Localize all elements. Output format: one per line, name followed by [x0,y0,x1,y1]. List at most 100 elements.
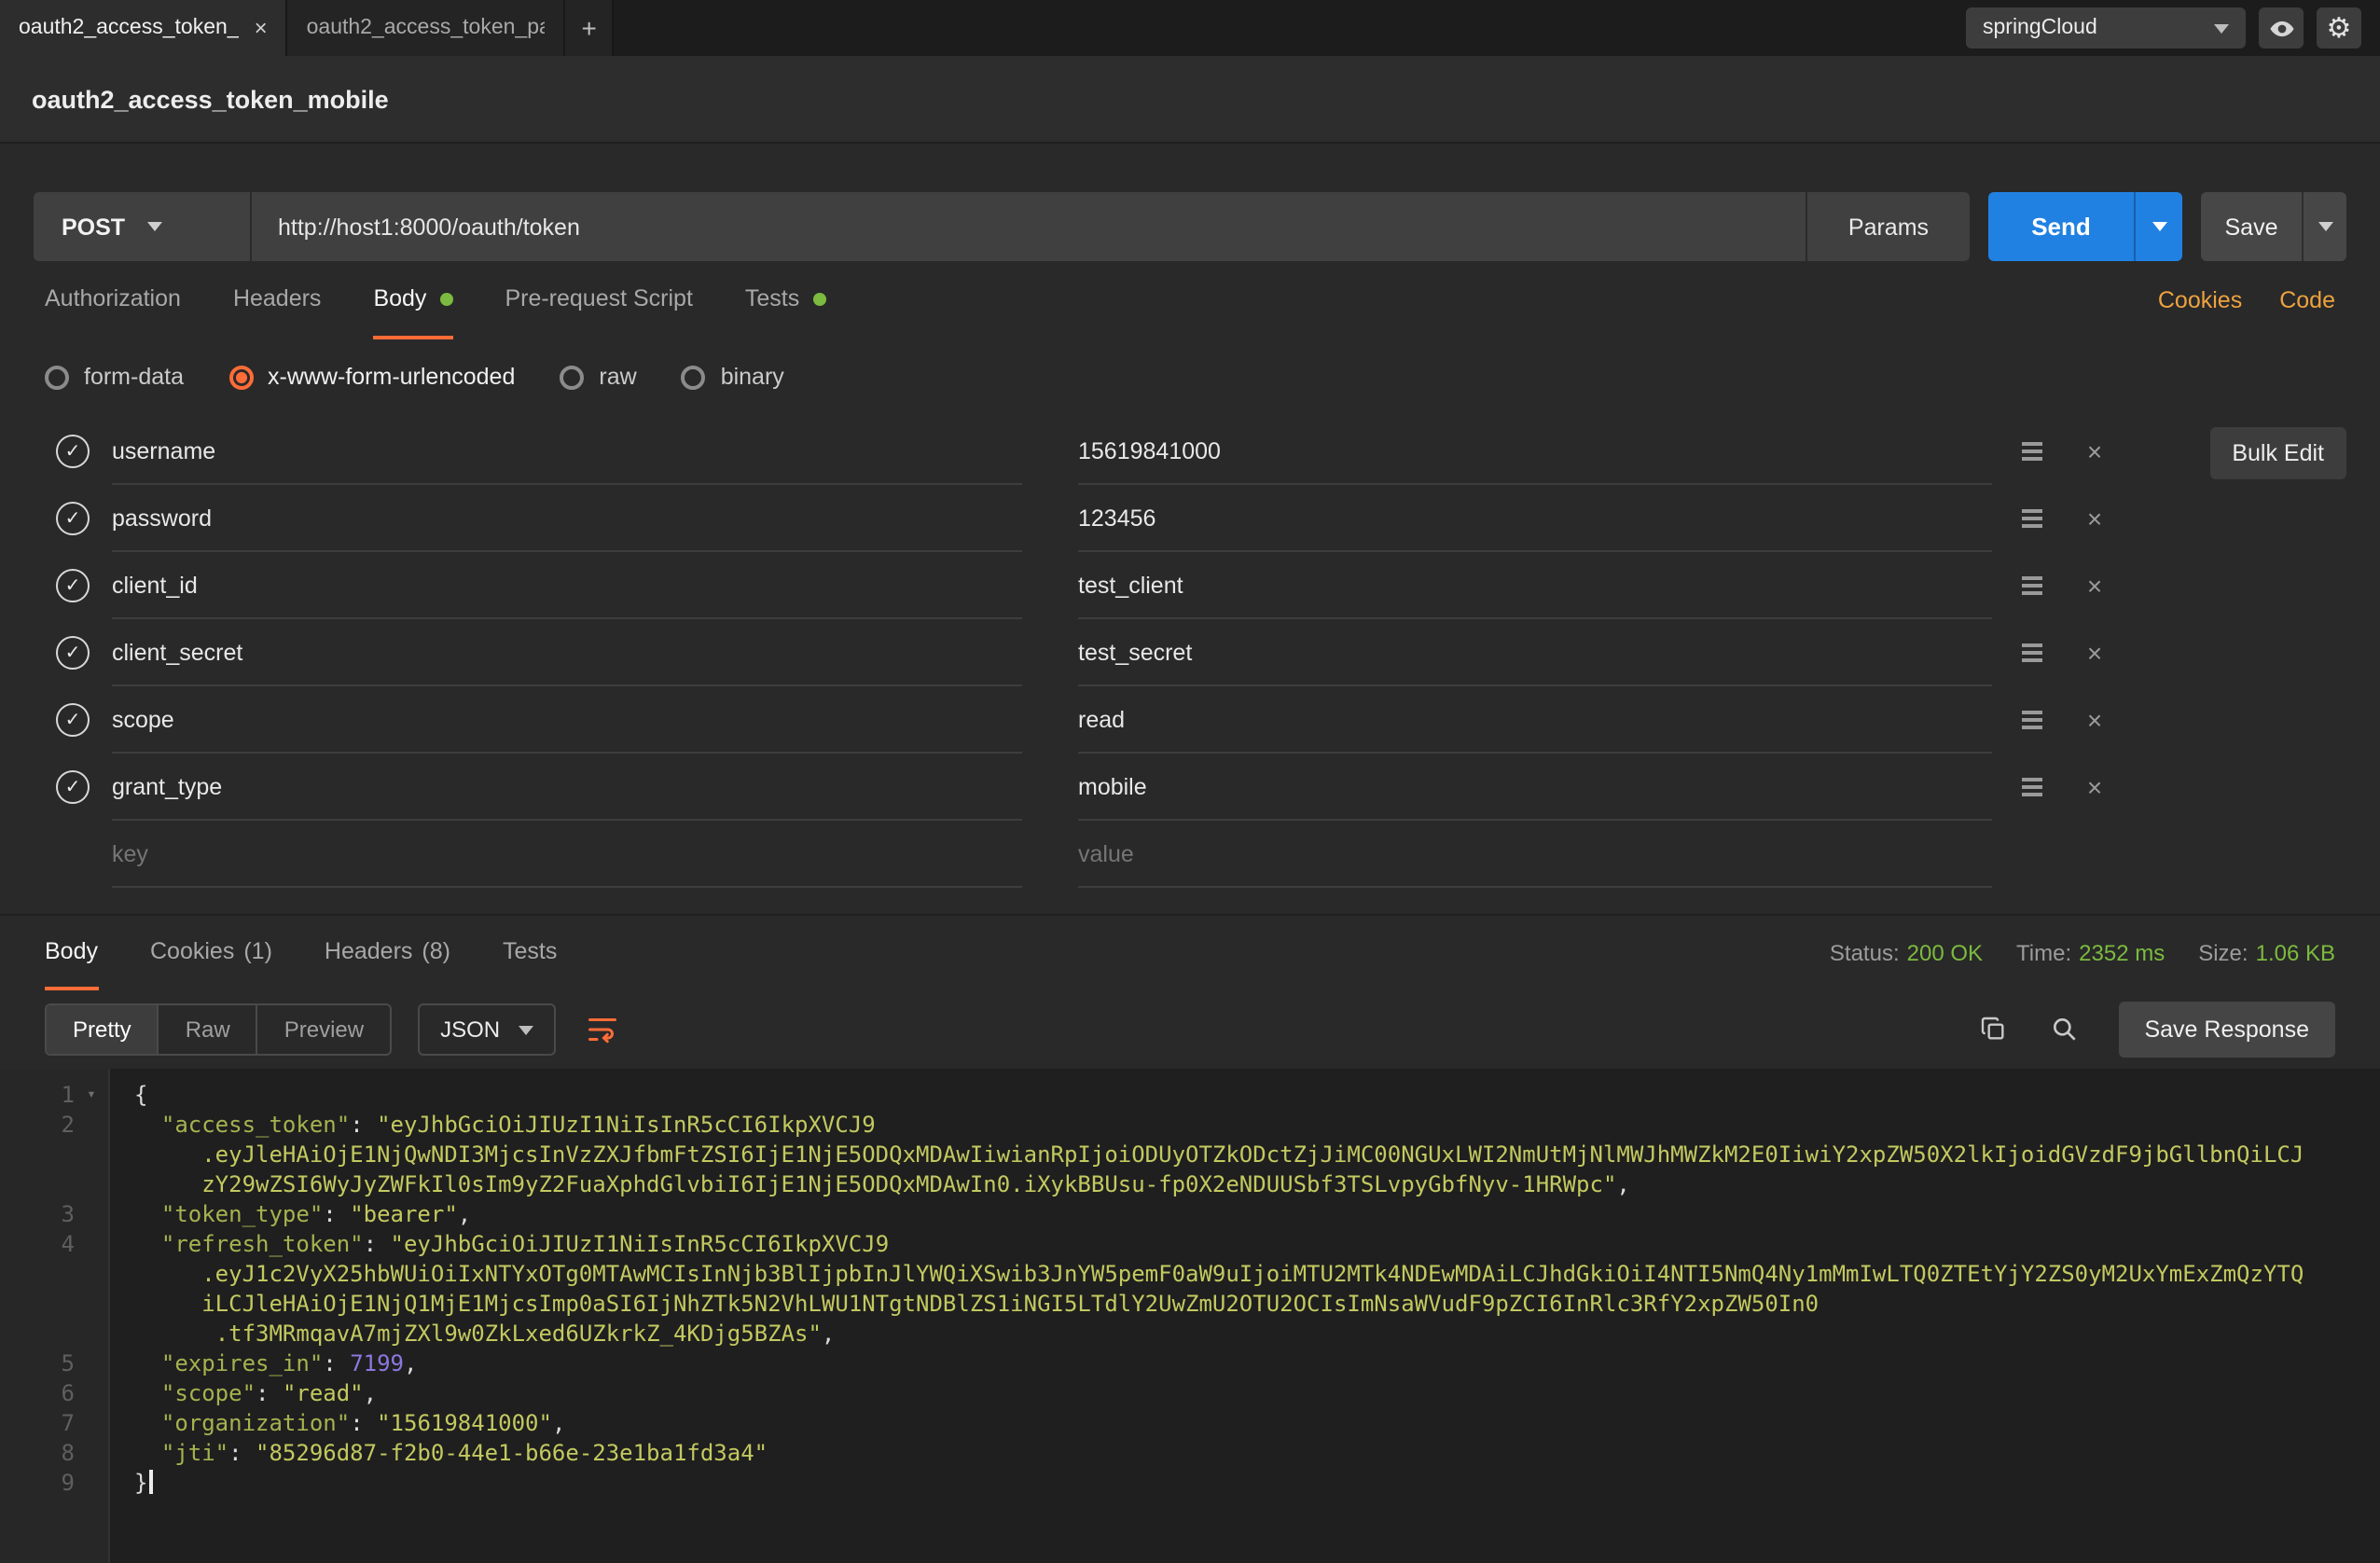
remove-row-icon[interactable]: × [2070,496,2119,541]
param-checkbox[interactable]: ✓ [56,435,90,468]
remove-row-icon[interactable]: × [2070,765,2119,809]
line-number: 3 [0,1199,75,1229]
response-tab-body[interactable]: Body [45,916,98,990]
body-type-binary[interactable]: binary [682,364,784,390]
params-button[interactable]: Params [1806,192,1970,261]
code-link[interactable]: Code [2279,287,2335,313]
param-row: ✓ client_secret test_secret × [45,619,2335,686]
code-line: 6"scope": "read", [0,1378,2380,1408]
json-string: "eyJhbGciOiJIUzI1NiIsInR5cCI6IkpXVCJ9 [377,1112,876,1138]
drag-handle-icon[interactable] [2007,698,2055,742]
param-row: ✓ password 123456 × [45,485,2335,552]
code-lines: 1▾{2"access_token": "eyJhbGciOiJIUzI1NiI… [0,1080,2380,1498]
param-value-placeholder[interactable]: value [1078,821,1992,888]
request-tab-inactive[interactable]: oauth2_access_token_passv [288,0,566,56]
tab-body[interactable]: Body [373,261,452,339]
remove-row-icon[interactable]: × [2070,429,2119,474]
tab-count: (8) [422,938,450,964]
cookies-link[interactable]: Cookies [2158,287,2242,313]
response-tab-headers[interactable]: Headers (8) [325,916,450,990]
search-response-button[interactable] [2036,1003,2092,1056]
param-key-input[interactable]: client_secret [112,619,1022,686]
param-value-input[interactable]: mobile [1078,754,1992,821]
wrap-lines-button[interactable] [574,1003,630,1056]
line-number: 9 [0,1468,75,1498]
tab-tests[interactable]: Tests [745,261,825,339]
response-format-select[interactable]: JSON [418,1003,556,1056]
param-key-placeholder[interactable]: key [112,821,1022,888]
param-value-input[interactable]: read [1078,686,1992,754]
param-value-input[interactable]: 123456 [1078,485,1992,552]
response-tab-tests[interactable]: Tests [503,916,557,990]
drag-handle-icon[interactable] [2007,563,2055,608]
remove-row-icon[interactable]: × [2070,563,2119,608]
chevron-down-icon [2214,23,2229,33]
response-tab-cookies[interactable]: Cookies (1) [150,916,272,990]
code-text: "jti": "85296d87-f2b0-44e1-b66e-23e1ba1f… [108,1438,768,1468]
fold-gutter [75,1110,108,1140]
param-checkbox[interactable]: ✓ [56,770,90,804]
param-value-input[interactable]: test_secret [1078,619,1992,686]
line-number [0,1289,75,1319]
drag-handle-icon[interactable] [2007,429,2055,474]
tab-headers[interactable]: Headers [233,261,322,339]
code-text: "refresh_token": "eyJhbGciOiJIUzI1NiIsIn… [108,1229,889,1259]
environment-quicklook-button[interactable] [2259,7,2304,48]
param-value-input[interactable]: 15619841000 [1078,418,1992,485]
url-input[interactable]: http://host1:8000/oauth/token [250,192,1806,261]
drag-handle-icon[interactable] [2007,496,2055,541]
param-key-input[interactable]: grant_type [112,754,1022,821]
copy-response-button[interactable] [1965,1003,2021,1056]
environment-select[interactable]: springCloud [1966,7,2246,48]
param-key-input[interactable]: client_id [112,552,1022,619]
save-response-button[interactable]: Save Response [2118,1002,2335,1058]
param-checkbox[interactable]: ✓ [56,569,90,602]
param-row: ✓ scope read × [45,686,2335,754]
status-badge: Status:200 OK [1830,940,1983,966]
save-button[interactable]: Save [2201,192,2302,261]
tab-label: Tests [503,938,557,964]
param-checkbox[interactable]: ✓ [56,502,90,535]
topbar-controls: springCloud ⚙ [1966,0,2380,56]
json-string: zY29wZSI6WyJyZWFkIl0sIm9yZ2FuaXphdGlvbiI… [201,1171,1616,1197]
send-options-button[interactable] [2134,192,2182,261]
save-options-button[interactable] [2302,192,2346,261]
code-text: } [108,1468,152,1498]
param-row: ✓ grant_type mobile × [45,754,2335,821]
bulk-edit-button[interactable]: Bulk Edit [2209,427,2346,479]
json-punct: , [404,1350,417,1376]
send-button[interactable]: Send [1988,192,2134,261]
tab-label: Pre-request Script [505,285,692,311]
fold-caret-icon[interactable]: ▾ [75,1080,108,1110]
settings-button[interactable]: ⚙ [2317,7,2361,48]
green-dot-icon [812,292,825,305]
code-line: 7"organization": "15619841000", [0,1408,2380,1438]
param-value-input[interactable]: test_client [1078,552,1992,619]
remove-row-icon[interactable]: × [2070,698,2119,742]
line-number [0,1319,75,1349]
param-key-input[interactable]: scope [112,686,1022,754]
view-mode-raw[interactable]: Raw [159,1005,258,1054]
cookies-code-links: Cookies Code [2158,261,2335,339]
request-tab-active[interactable]: oauth2_access_token_ × [0,0,288,56]
param-checkbox[interactable]: ✓ [56,636,90,670]
line-number: 4 [0,1229,75,1259]
drag-handle-icon[interactable] [2007,630,2055,675]
close-tab-icon[interactable]: × [255,17,268,39]
body-type-x-www-form-urlencoded[interactable]: x-www-form-urlencoded [228,364,515,390]
method-select[interactable]: POST [34,192,250,261]
new-tab-button[interactable]: + [566,0,615,56]
body-type-form-data[interactable]: form-data [45,364,184,390]
remove-row-icon[interactable]: × [2070,630,2119,675]
body-type-raw[interactable]: raw [560,364,636,390]
drag-handle-icon[interactable] [2007,765,2055,809]
param-checkbox[interactable]: ✓ [56,703,90,737]
code-text: .tf3MRmqavA7mjZXl9w0ZkLxed6UZkrkZ_4KDjg5… [108,1319,835,1349]
tab-authorization[interactable]: Authorization [45,261,181,339]
code-line: 8"jti": "85296d87-f2b0-44e1-b66e-23e1ba1… [0,1438,2380,1468]
view-mode-pretty[interactable]: Pretty [47,1005,159,1054]
param-key-input[interactable]: password [112,485,1022,552]
tab-prerequest-script[interactable]: Pre-request Script [505,261,692,339]
param-key-input[interactable]: username [112,418,1022,485]
view-mode-preview[interactable]: Preview [258,1005,390,1054]
